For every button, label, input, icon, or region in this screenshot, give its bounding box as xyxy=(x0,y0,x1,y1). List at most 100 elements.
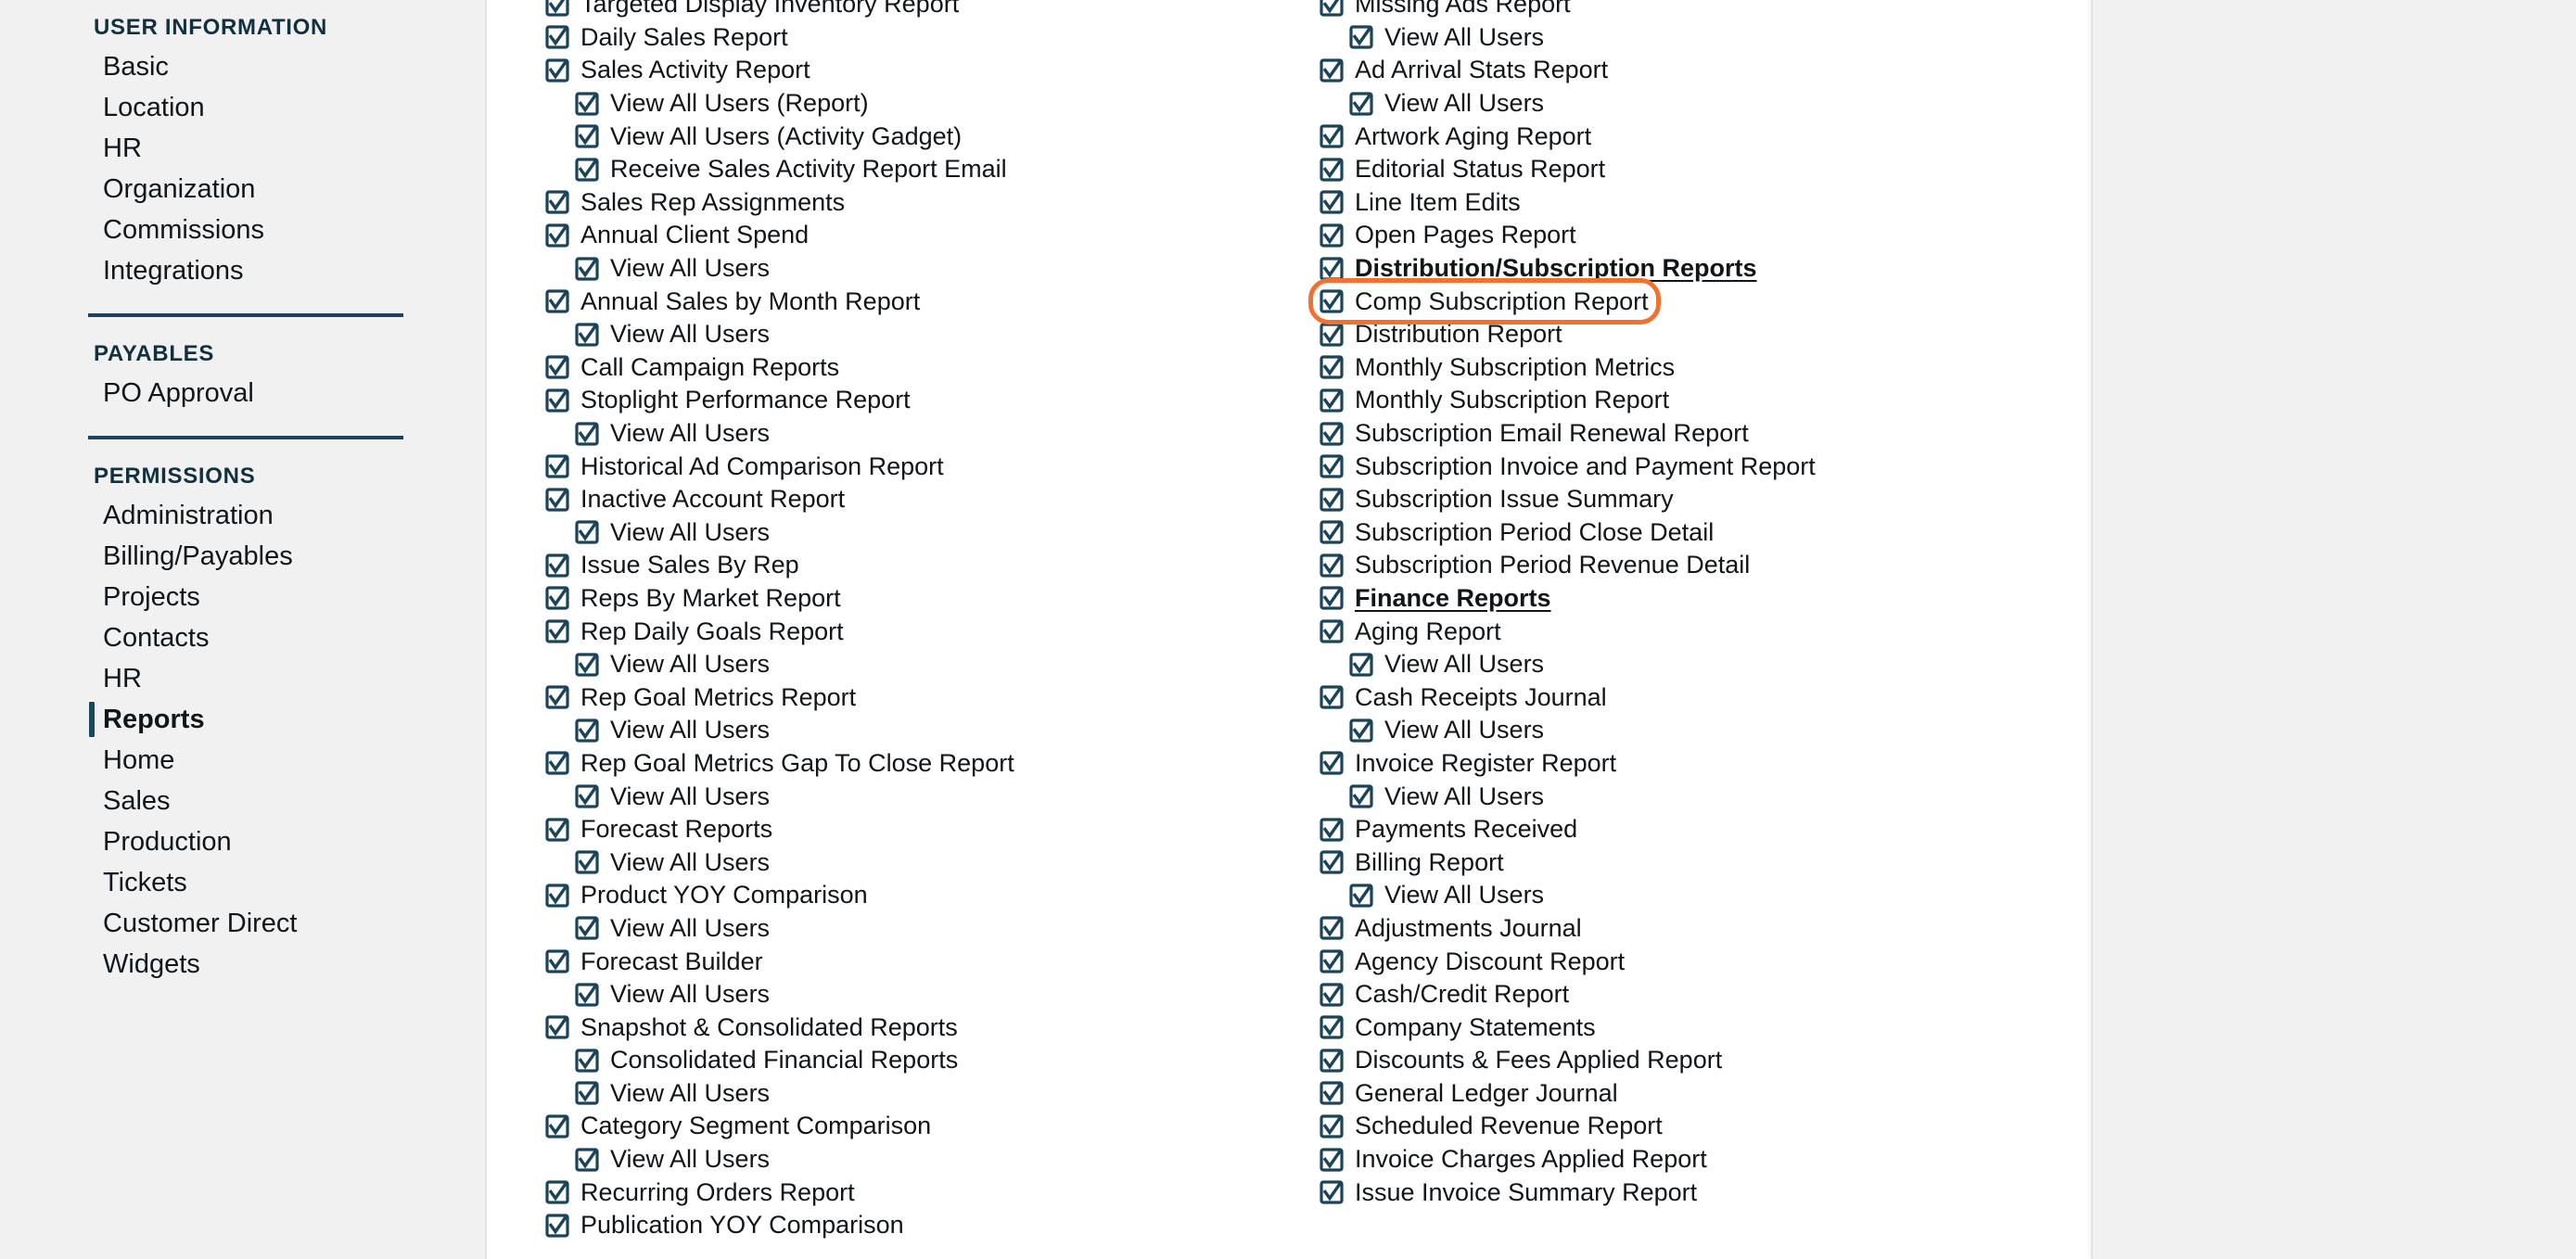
checkbox-checked-icon[interactable] xyxy=(545,223,569,248)
sidebar-item-reports[interactable]: Reports xyxy=(88,699,408,740)
sidebar-item-hr[interactable]: HR xyxy=(88,658,408,699)
report-permission-row-view-all-users-report[interactable]: View All Users (Report) xyxy=(545,87,1287,121)
report-permission-row-view-all-users[interactable]: View All Users xyxy=(1320,714,2061,747)
report-permission-row-cash-credit-report[interactable]: Cash/Credit Report xyxy=(1320,978,2061,1011)
checkbox-checked-icon[interactable] xyxy=(545,355,569,379)
report-permission-row-subscription-period-close-detail[interactable]: Subscription Period Close Detail xyxy=(1320,516,2061,550)
sidebar-item-sales[interactable]: Sales xyxy=(88,781,408,821)
report-permission-row-agency-discount-report[interactable]: Agency Discount Report xyxy=(1320,945,2061,978)
report-permission-row-view-all-users[interactable]: View All Users xyxy=(545,252,1287,286)
checkbox-checked-icon[interactable] xyxy=(1320,685,1344,709)
checkbox-checked-icon[interactable] xyxy=(545,1214,569,1238)
report-permission-row-line-item-edits[interactable]: Line Item Edits xyxy=(1320,186,2061,220)
checkbox-checked-icon[interactable] xyxy=(1320,619,1344,643)
checkbox-checked-icon[interactable] xyxy=(575,1081,599,1105)
report-permission-row-view-all-users[interactable]: View All Users xyxy=(1320,87,2061,121)
checkbox-checked-icon[interactable] xyxy=(575,784,599,808)
report-permission-row-rep-goal-metrics-report[interactable]: Rep Goal Metrics Report xyxy=(545,680,1287,714)
checkbox-checked-icon[interactable] xyxy=(1320,553,1344,578)
checkbox-checked-icon[interactable] xyxy=(545,949,569,973)
checkbox-checked-icon[interactable] xyxy=(1320,323,1344,347)
report-permission-row-annual-sales-by-month-report[interactable]: Annual Sales by Month Report xyxy=(545,285,1287,318)
checkbox-checked-icon[interactable] xyxy=(575,158,599,182)
checkbox-checked-icon[interactable] xyxy=(545,751,569,776)
checkbox-checked-icon[interactable] xyxy=(1320,850,1344,874)
checkbox-checked-icon[interactable] xyxy=(1320,355,1344,379)
report-permission-row-reps-by-market-report[interactable]: Reps By Market Report xyxy=(545,582,1287,616)
report-permission-row-sales-activity-report[interactable]: Sales Activity Report xyxy=(545,54,1287,87)
report-permission-row-rep-goal-metrics-gap-to-close-report[interactable]: Rep Goal Metrics Gap To Close Report xyxy=(545,747,1287,781)
report-permission-row-historical-ad-comparison-report[interactable]: Historical Ad Comparison Report xyxy=(545,450,1287,483)
report-permission-row-invoice-register-report[interactable]: Invoice Register Report xyxy=(1320,747,2061,781)
report-permission-row-scheduled-revenue-report[interactable]: Scheduled Revenue Report xyxy=(1320,1110,2061,1143)
checkbox-checked-icon[interactable] xyxy=(1320,751,1344,776)
report-permission-row-inactive-account-report[interactable]: Inactive Account Report xyxy=(545,483,1287,516)
sidebar-item-integrations[interactable]: Integrations xyxy=(88,250,408,291)
checkbox-checked-icon[interactable] xyxy=(1320,223,1344,248)
report-permission-row-company-statements[interactable]: Company Statements xyxy=(1320,1011,2061,1044)
checkbox-checked-icon[interactable] xyxy=(1320,916,1344,941)
sidebar-item-customer-direct[interactable]: Customer Direct xyxy=(88,903,408,944)
checkbox-checked-icon[interactable] xyxy=(575,916,599,941)
checkbox-checked-icon[interactable] xyxy=(1320,124,1344,148)
report-permission-row-subscription-issue-summary[interactable]: Subscription Issue Summary xyxy=(1320,483,2061,516)
sidebar-item-contacts[interactable]: Contacts xyxy=(88,617,408,658)
report-permission-row-recurring-orders-report[interactable]: Recurring Orders Report xyxy=(545,1176,1287,1209)
checkbox-checked-icon[interactable] xyxy=(1320,1049,1344,1073)
checkbox-checked-icon[interactable] xyxy=(545,1114,569,1138)
report-permission-row-publication-yoy-comparison[interactable]: Publication YOY Comparison xyxy=(545,1209,1287,1242)
report-permission-row-view-all-users[interactable]: View All Users xyxy=(1320,648,2061,681)
checkbox-checked-icon[interactable] xyxy=(575,421,599,446)
report-permission-row-view-all-users[interactable]: View All Users xyxy=(545,714,1287,747)
report-permission-row-annual-client-spend[interactable]: Annual Client Spend xyxy=(545,219,1287,252)
report-permission-row-editorial-status-report[interactable]: Editorial Status Report xyxy=(1320,153,2061,186)
report-permission-row-payments-received[interactable]: Payments Received xyxy=(1320,813,2061,846)
checkbox-checked-icon[interactable] xyxy=(545,190,569,214)
checkbox-checked-icon[interactable] xyxy=(1320,1180,1344,1204)
checkbox-checked-icon[interactable] xyxy=(545,685,569,709)
report-permission-row-sales-rep-assignments[interactable]: Sales Rep Assignments xyxy=(545,186,1287,220)
report-permission-row-view-all-users[interactable]: View All Users xyxy=(545,417,1287,451)
report-permission-row-subscription-invoice-and-payment-report[interactable]: Subscription Invoice and Payment Report xyxy=(1320,450,2061,483)
checkbox-checked-icon[interactable] xyxy=(1320,454,1344,478)
report-permission-row-open-pages-report[interactable]: Open Pages Report xyxy=(1320,219,2061,252)
checkbox-checked-icon[interactable] xyxy=(575,256,599,281)
sidebar-item-home[interactable]: Home xyxy=(88,740,408,781)
checkbox-checked-icon[interactable] xyxy=(545,1180,569,1204)
report-permission-row-view-all-users[interactable]: View All Users xyxy=(545,846,1287,879)
checkbox-checked-icon[interactable] xyxy=(1320,158,1344,182)
checkbox-checked-icon[interactable] xyxy=(575,850,599,874)
sidebar-item-administration[interactable]: Administration xyxy=(88,495,408,536)
report-permission-row-rep-daily-goals-report[interactable]: Rep Daily Goals Report xyxy=(545,615,1287,648)
checkbox-checked-icon[interactable] xyxy=(575,520,599,544)
report-permission-row-receive-sales-activity-report-email[interactable]: Receive Sales Activity Report Email xyxy=(545,153,1287,186)
report-permission-row-targeted-display-inventory-report[interactable]: Targeted Display Inventory Report xyxy=(545,0,1287,21)
report-permission-row-missing-ads-report[interactable]: Missing Ads Report xyxy=(1320,0,2061,21)
sidebar-item-location[interactable]: Location xyxy=(88,87,408,128)
checkbox-checked-icon[interactable] xyxy=(1320,190,1344,214)
report-permission-row-billing-report[interactable]: Billing Report xyxy=(1320,846,2061,879)
sidebar-item-basic[interactable]: Basic xyxy=(88,46,408,87)
sidebar-item-organization[interactable]: Organization xyxy=(88,169,408,210)
report-permission-row-monthly-subscription-metrics[interactable]: Monthly Subscription Metrics xyxy=(1320,351,2061,385)
checkbox-checked-icon[interactable] xyxy=(1320,289,1344,313)
report-permission-row-cash-receipts-journal[interactable]: Cash Receipts Journal xyxy=(1320,680,2061,714)
report-permission-row-view-all-users[interactable]: View All Users xyxy=(545,648,1287,681)
checkbox-checked-icon[interactable] xyxy=(545,884,569,908)
sidebar-item-commissions[interactable]: Commissions xyxy=(88,210,408,250)
checkbox-checked-icon[interactable] xyxy=(575,323,599,347)
checkbox-checked-icon[interactable] xyxy=(575,1049,599,1073)
checkbox-checked-icon[interactable] xyxy=(1320,388,1344,413)
checkbox-checked-icon[interactable] xyxy=(1320,586,1344,611)
checkbox-checked-icon[interactable] xyxy=(1320,1015,1344,1039)
checkbox-checked-icon[interactable] xyxy=(545,454,569,478)
checkbox-checked-icon[interactable] xyxy=(545,818,569,842)
checkbox-checked-icon[interactable] xyxy=(1320,0,1344,17)
checkbox-checked-icon[interactable] xyxy=(1349,884,1373,908)
sidebar-item-projects[interactable]: Projects xyxy=(88,577,408,617)
checkbox-checked-icon[interactable] xyxy=(1349,653,1373,677)
checkbox-checked-icon[interactable] xyxy=(545,488,569,512)
checkbox-checked-icon[interactable] xyxy=(1320,1114,1344,1138)
report-permission-row-view-all-users[interactable]: View All Users xyxy=(545,516,1287,550)
checkbox-checked-icon[interactable] xyxy=(1320,1147,1344,1172)
